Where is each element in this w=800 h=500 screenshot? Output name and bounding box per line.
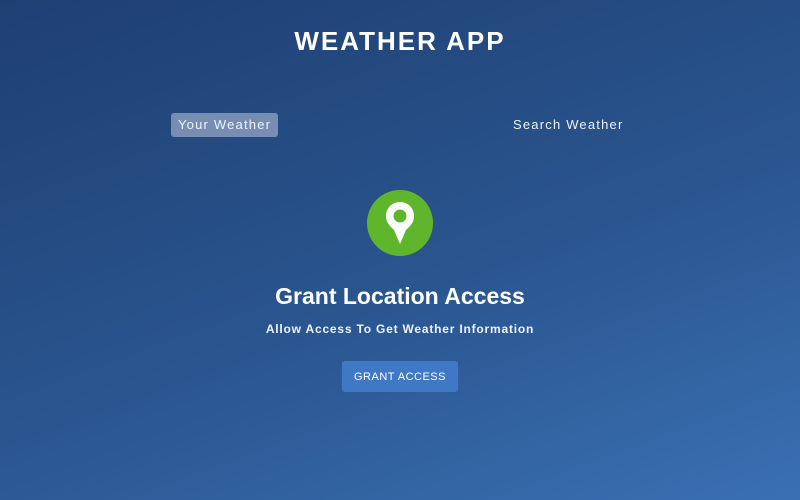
app-title: WEATHER APP — [294, 26, 506, 56]
tab-bar: Your Weather Search Weather — [0, 113, 800, 137]
tab-your-weather[interactable]: Your Weather — [171, 113, 279, 137]
grant-access-button[interactable]: GRANT ACCESS — [342, 361, 458, 392]
grant-location-subtext: Allow Access To Get Weather Information — [265, 322, 535, 336]
location-pin-icon — [367, 190, 433, 256]
grant-location-heading: Grant Location Access — [275, 283, 525, 309]
tab-search-weather[interactable]: Search Weather — [506, 113, 631, 137]
